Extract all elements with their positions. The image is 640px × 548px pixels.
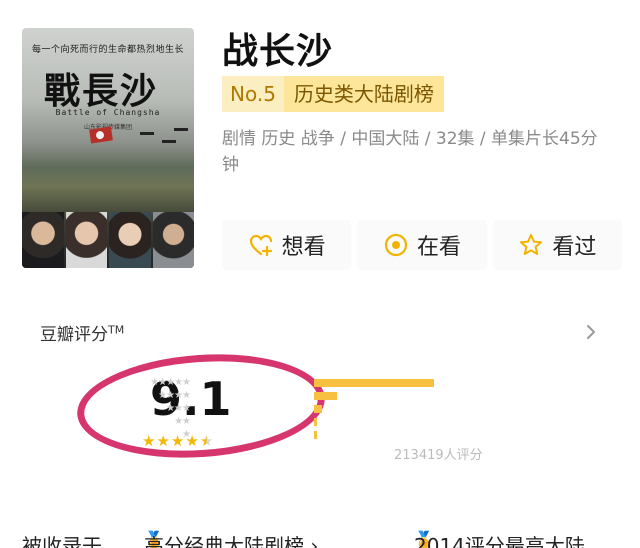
distribution-bar bbox=[314, 378, 434, 387]
rank-number: No.5 bbox=[222, 76, 284, 112]
chevron-right-icon[interactable] bbox=[584, 322, 598, 342]
want-to-watch-button[interactable]: 想看 bbox=[222, 220, 352, 270]
distribution-star-label: ★★★ bbox=[166, 403, 191, 414]
show-meta: 剧情 历史 战争 / 中国大陆 / 32集 / 单集片长45分钟 bbox=[222, 129, 598, 175]
want-to-watch-label: 想看 bbox=[281, 235, 326, 260]
poster-plane bbox=[174, 128, 188, 131]
trademark-mark: TM bbox=[108, 323, 125, 337]
show-title: 战长沙 bbox=[222, 31, 334, 72]
watching-label: 在看 bbox=[416, 235, 461, 260]
watching-button[interactable]: 在看 bbox=[357, 220, 487, 270]
distribution-bar bbox=[314, 404, 322, 413]
poster-plane bbox=[162, 140, 176, 143]
watched-button[interactable]: 看过 bbox=[492, 220, 622, 270]
action-bar: 想看 在看 看过 bbox=[222, 220, 622, 270]
rating-label: 豆瓣评分 bbox=[40, 325, 108, 345]
star-outline-icon bbox=[520, 234, 543, 255]
list-link-2-label: 2014评分最高大陆 bbox=[414, 534, 585, 548]
watched-label: 看过 bbox=[552, 235, 597, 260]
poster-tagline: 每一个向死而行的生命都热烈地生长 bbox=[31, 45, 184, 55]
rating-count: 213419人评分 bbox=[394, 448, 483, 463]
distribution-bar bbox=[314, 417, 317, 426]
distribution-star-label: ★★ bbox=[174, 416, 191, 427]
douban-rating-header[interactable]: 豆瓣评分TM bbox=[40, 320, 124, 345]
poster-cast-face bbox=[152, 212, 194, 268]
included-label: 被收录于 bbox=[22, 534, 102, 548]
poster-english-title: Battle of Changsha bbox=[55, 108, 161, 117]
distribution-star-label: ★★★★★ bbox=[150, 377, 191, 388]
heart-plus-icon bbox=[249, 234, 272, 257]
target-icon bbox=[384, 233, 408, 257]
poster-cast-strip bbox=[22, 212, 194, 268]
list-link-1-label: 高分经典大陆剧榜 › bbox=[144, 534, 319, 548]
distribution-star-label: ★ bbox=[182, 429, 191, 440]
distribution-bar bbox=[314, 391, 337, 400]
poster-image[interactable]: 每一个向死而行的生命都热烈地生长 戰長沙 Battle of Changsha … bbox=[22, 28, 194, 268]
rank-category: 历史类大陆剧榜 bbox=[283, 76, 444, 112]
poster-flag bbox=[89, 126, 113, 144]
poster-cast-face bbox=[22, 212, 64, 268]
poster-plane bbox=[140, 132, 154, 135]
poster-cast-face bbox=[109, 212, 151, 268]
distribution-star-label: ★★★★ bbox=[158, 390, 191, 401]
poster-cast-face bbox=[65, 212, 107, 268]
rank-badge[interactable]: No.5 历史类大陆剧榜 bbox=[222, 76, 444, 112]
included-in-lists: 被收录于 🏅 高分经典大陆剧榜 › 🏅 2014评分最高大陆 bbox=[22, 530, 640, 548]
distribution-bar bbox=[314, 430, 317, 439]
highlight-circle bbox=[73, 346, 329, 466]
poster-title: 戰長沙 bbox=[44, 70, 159, 112]
